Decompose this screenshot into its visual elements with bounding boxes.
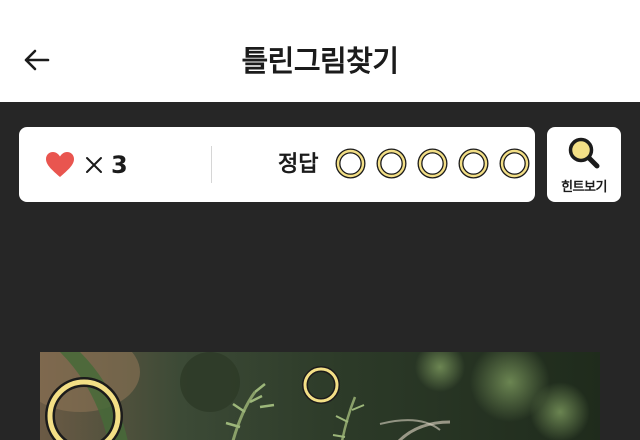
answer-slot-icon bbox=[499, 148, 530, 179]
answer-slots bbox=[335, 148, 530, 179]
answer-slot-icon bbox=[376, 148, 407, 179]
magnifier-icon bbox=[568, 137, 600, 169]
answer-label: 정답 bbox=[278, 152, 319, 177]
puzzle-image[interactable] bbox=[40, 352, 600, 440]
heart-icon bbox=[46, 152, 74, 177]
found-difference-marker bbox=[45, 377, 123, 440]
status-panel: 3 정답 bbox=[19, 127, 535, 202]
divider bbox=[211, 146, 212, 183]
lives-counter: 3 bbox=[45, 127, 128, 202]
hint-button[interactable]: 힌트보기 bbox=[547, 127, 621, 202]
answer-slot-icon bbox=[417, 148, 448, 179]
answer-slot-icon bbox=[335, 148, 366, 179]
answer-slot-icon bbox=[458, 148, 489, 179]
lives-count: 3 bbox=[111, 150, 128, 179]
hint-label: 힌트보기 bbox=[561, 180, 607, 195]
page-title: 틀린그림찾기 bbox=[241, 44, 399, 78]
spot-the-difference-screen: 틀린그림찾기 3 정답 힌트보기 bbox=[0, 0, 640, 440]
top-bar: 틀린그림찾기 bbox=[0, 0, 640, 102]
multiply-icon bbox=[86, 156, 102, 173]
found-difference-marker bbox=[302, 366, 340, 404]
